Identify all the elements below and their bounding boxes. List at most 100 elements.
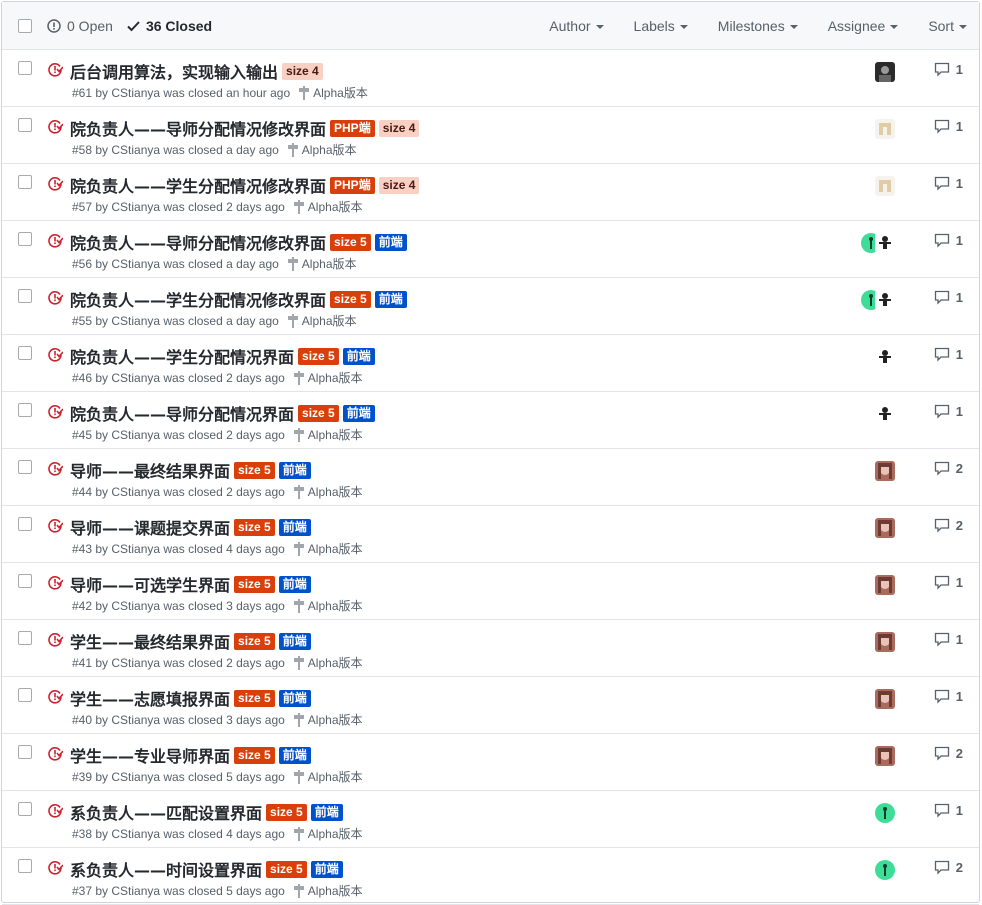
issue-checkbox[interactable] <box>18 859 32 873</box>
figure-avatar[interactable] <box>875 347 895 367</box>
comments-link[interactable]: 1 <box>934 803 963 818</box>
issue-label[interactable]: 前端 <box>310 860 343 878</box>
comments-link[interactable]: 1 <box>934 62 963 77</box>
comments-link[interactable]: 1 <box>934 290 963 305</box>
milestone-link[interactable]: Alpha版本 <box>287 255 357 272</box>
issue-title[interactable]: 院负责人——导师分配情况修改界面 <box>70 230 326 254</box>
comments-link[interactable]: 1 <box>934 119 963 134</box>
issue-checkbox[interactable] <box>18 745 32 759</box>
issue-title[interactable]: 系负责人——匹配设置界面 <box>70 800 262 824</box>
issue-label[interactable]: size 5 <box>234 575 275 593</box>
comments-link[interactable]: 1 <box>934 689 963 704</box>
milestones-filter[interactable]: Milestones <box>718 18 798 34</box>
milestone-link[interactable]: Alpha版本 <box>293 426 363 443</box>
milestone-link[interactable]: Alpha版本 <box>293 654 363 671</box>
green-avatar[interactable] <box>875 860 895 880</box>
issue-row[interactable]: 院负责人——学生分配情况界面 size 5 前端 #46 by CStianya … <box>2 335 979 392</box>
issue-row[interactable]: 后台调用算法，实现输入输出 size 4 #61 by CStianya was… <box>2 50 979 107</box>
issue-label[interactable]: size 4 <box>378 176 420 194</box>
issue-label[interactable]: size 5 <box>234 746 275 764</box>
issue-label[interactable]: 前端 <box>310 803 343 821</box>
issue-label[interactable]: size 5 <box>266 860 307 878</box>
issue-checkbox[interactable] <box>18 574 32 588</box>
assignee-filter[interactable]: Assignee <box>828 18 899 34</box>
issue-label[interactable]: 前端 <box>278 689 311 707</box>
figure-avatar[interactable] <box>875 404 895 424</box>
comments-link[interactable]: 2 <box>934 461 963 476</box>
issue-label[interactable]: 前端 <box>374 290 407 308</box>
comments-link[interactable]: 1 <box>934 575 963 590</box>
milestone-link[interactable]: Alpha版本 <box>287 141 357 158</box>
issue-row[interactable]: 学生——专业导师界面 size 5 前端 #39 by CStianya was … <box>2 734 979 791</box>
issue-label[interactable]: size 5 <box>234 461 275 479</box>
issue-label[interactable]: size 5 <box>234 518 275 536</box>
figure-avatar[interactable] <box>875 290 895 310</box>
anime-avatar[interactable] <box>875 746 895 766</box>
issue-label[interactable]: size 5 <box>298 404 339 422</box>
anime-avatar[interactable] <box>875 518 895 538</box>
issue-title[interactable]: 学生——最终结果界面 <box>70 629 230 653</box>
milestone-link[interactable]: Alpha版本 <box>293 369 363 386</box>
issue-row[interactable]: 院负责人——导师分配情况界面 size 5 前端 #45 by CStianya … <box>2 392 979 449</box>
anime-avatar[interactable] <box>875 689 895 709</box>
milestone-link[interactable]: Alpha版本 <box>293 483 363 500</box>
issue-checkbox[interactable] <box>18 289 32 303</box>
green-avatar[interactable] <box>875 803 895 823</box>
issue-row[interactable]: 导师——课题提交界面 size 5 前端 #43 by CStianya was … <box>2 506 979 563</box>
open-filter[interactable]: 0 Open <box>47 18 113 34</box>
figure-avatar[interactable] <box>875 233 895 253</box>
issue-label[interactable]: size 5 <box>298 347 339 365</box>
anime-avatar[interactable] <box>875 461 895 481</box>
issue-title[interactable]: 院负责人——学生分配情况修改界面 <box>70 173 326 197</box>
pixel-avatar[interactable] <box>875 176 895 196</box>
issue-checkbox[interactable] <box>18 403 32 417</box>
issue-checkbox[interactable] <box>18 346 32 360</box>
issue-label[interactable]: size 5 <box>330 290 371 308</box>
milestone-link[interactable]: Alpha版本 <box>293 825 363 842</box>
anime-avatar[interactable] <box>875 632 895 652</box>
issue-label[interactable]: 前端 <box>278 746 311 764</box>
issue-label[interactable]: 前端 <box>278 461 311 479</box>
issue-row[interactable]: 系负责人——匹配设置界面 size 5 前端 #38 by CStianya wa… <box>2 791 979 848</box>
issue-label[interactable]: 前端 <box>278 632 311 650</box>
pixel-avatar[interactable] <box>875 119 895 139</box>
issue-label[interactable]: size 4 <box>282 62 323 80</box>
issue-label[interactable]: 前端 <box>278 575 311 593</box>
select-all-checkbox[interactable] <box>18 19 32 33</box>
comments-link[interactable]: 2 <box>934 518 963 533</box>
sort-filter[interactable]: Sort <box>928 18 967 34</box>
milestone-link[interactable]: Alpha版本 <box>287 312 357 329</box>
comments-link[interactable]: 1 <box>934 347 963 362</box>
issue-row[interactable]: 系负责人——时间设置界面 size 5 前端 #37 by CStianya wa… <box>2 848 979 905</box>
dark-portrait-avatar[interactable] <box>875 62 895 82</box>
issue-checkbox[interactable] <box>18 802 32 816</box>
issue-checkbox[interactable] <box>18 175 32 189</box>
issue-row[interactable]: 院负责人——导师分配情况修改界面 PHP端 size 4 #58 by CStia… <box>2 107 979 164</box>
milestone-link[interactable]: Alpha版本 <box>293 882 363 899</box>
issue-checkbox[interactable] <box>18 460 32 474</box>
issue-title[interactable]: 学生——专业导师界面 <box>70 743 230 767</box>
issue-title[interactable]: 院负责人——导师分配情况界面 <box>70 401 294 425</box>
issue-checkbox[interactable] <box>18 688 32 702</box>
anime-avatar[interactable] <box>875 575 895 595</box>
issue-row[interactable]: 导师——最终结果界面 size 5 前端 #44 by CStianya was … <box>2 449 979 506</box>
issue-label[interactable]: 前端 <box>374 233 407 251</box>
issue-label[interactable]: size 5 <box>330 233 371 251</box>
issue-row[interactable]: 院负责人——学生分配情况修改界面 size 5 前端 #55 by CStiany… <box>2 278 979 335</box>
author-filter[interactable]: Author <box>549 18 604 34</box>
issue-checkbox[interactable] <box>18 118 32 132</box>
milestone-link[interactable]: Alpha版本 <box>293 198 363 215</box>
issue-title[interactable]: 系负责人——时间设置界面 <box>70 857 262 881</box>
comments-link[interactable]: 1 <box>934 632 963 647</box>
labels-filter[interactable]: Labels <box>634 18 688 34</box>
issue-title[interactable]: 院负责人——学生分配情况修改界面 <box>70 287 326 311</box>
comments-link[interactable]: 1 <box>934 233 963 248</box>
issue-checkbox[interactable] <box>18 61 32 75</box>
issue-label[interactable]: size 4 <box>378 119 420 137</box>
issue-row[interactable]: 学生——最终结果界面 size 5 前端 #41 by CStianya was … <box>2 620 979 677</box>
issue-label[interactable]: size 5 <box>234 689 275 707</box>
issue-label[interactable]: 前端 <box>278 518 311 536</box>
issue-title[interactable]: 学生——志愿填报界面 <box>70 686 230 710</box>
comments-link[interactable]: 1 <box>934 404 963 419</box>
issue-checkbox[interactable] <box>18 232 32 246</box>
